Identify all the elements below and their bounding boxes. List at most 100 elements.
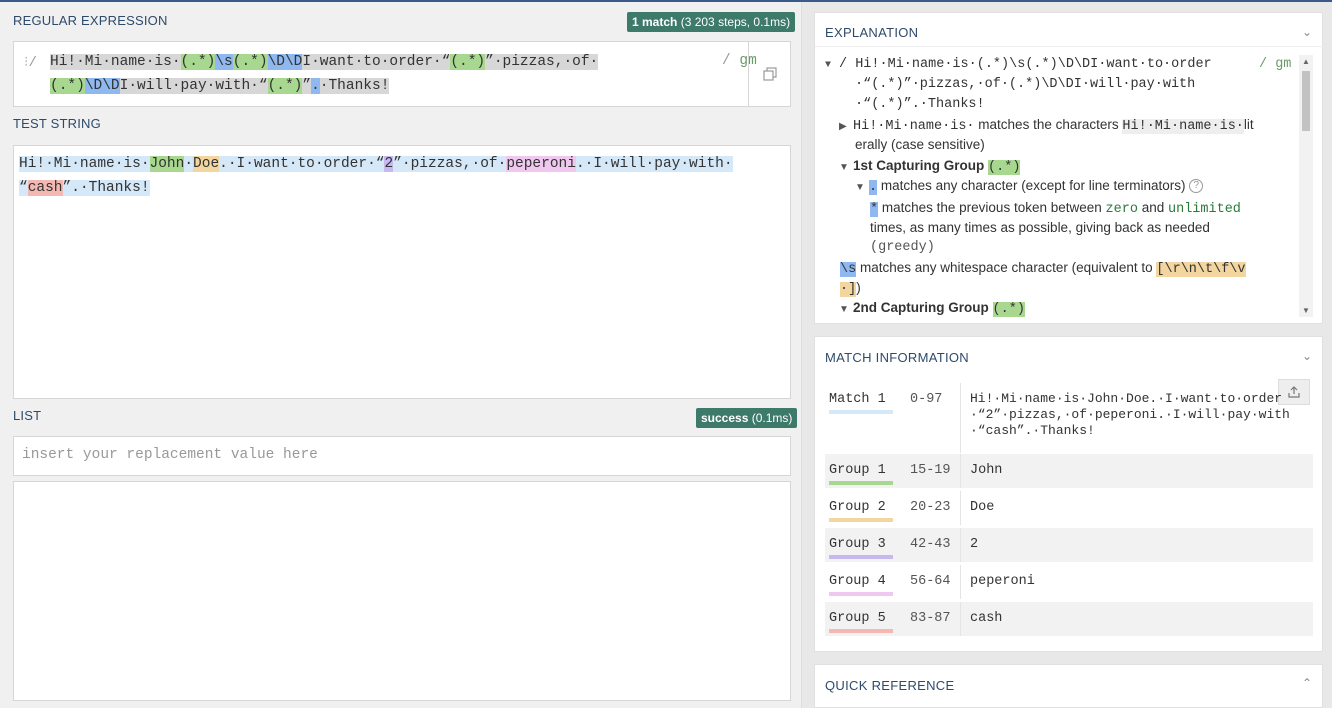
- row-range: 0-97: [910, 392, 943, 407]
- star-text-2: times, as many times as possible, giving…: [870, 220, 1210, 235]
- test-segment: peperoni: [506, 156, 576, 172]
- literal-code: Hi!·Mi·name·is·: [853, 119, 975, 134]
- help-icon[interactable]: ?: [1189, 179, 1204, 194]
- success-text: success: [701, 411, 749, 425]
- match-count-badge: 1 match (3 203 steps, 0.1ms): [627, 12, 796, 32]
- group1-title: 1st Capturing Group: [853, 158, 985, 173]
- list-label: LIST: [13, 408, 42, 423]
- chevron-down-icon[interactable]: ⌄: [1302, 25, 1312, 39]
- match-row: Match 1 0-97 Hi!·Mi·name·is·John·Doe.·I·wa…: [825, 383, 1313, 453]
- copy-icon[interactable]: [748, 42, 790, 106]
- row-range: 56-64: [910, 574, 951, 589]
- row-value: 2: [970, 537, 979, 552]
- ws-class: [\r\n\t\f\v: [1156, 262, 1246, 277]
- group1-token: (.*): [988, 160, 1021, 175]
- greedy-text: (greedy): [870, 240, 935, 255]
- test-segment: “: [19, 180, 28, 196]
- group-row: Group 2 20-23 Doe: [825, 491, 1313, 525]
- regex-input[interactable]: Hi!·Mi·name·is·(.*)\s(.*)\D\DI·want·to·o…: [50, 50, 710, 98]
- test-segment: 2: [384, 156, 394, 172]
- group2-title: 2nd Capturing Group: [853, 300, 989, 315]
- collapse-triangle-icon[interactable]: ▼: [839, 300, 853, 317]
- test-segment: John: [149, 156, 185, 172]
- scroll-down-icon[interactable]: ▼: [1302, 306, 1310, 315]
- regex-segment: I·will·pay·with·“: [119, 78, 268, 94]
- row-name: Group 1: [829, 463, 893, 485]
- success-detail: (0.1ms): [751, 411, 793, 425]
- row-range: 20-23: [910, 500, 951, 515]
- collapse-triangle-icon[interactable]: ▼: [839, 158, 853, 178]
- test-segment: .·I·want·to·order·“: [219, 156, 385, 172]
- scroll-up-icon[interactable]: ▲: [1302, 57, 1310, 66]
- quick-reference-title: QUICK REFERENCE: [825, 678, 955, 693]
- zero-keyword: zero: [1105, 202, 1138, 217]
- explanation-scrollbar[interactable]: ▲ ▼: [1299, 55, 1313, 317]
- regex-segment: ·Thanks!: [319, 78, 390, 94]
- and-text: and: [1141, 200, 1165, 215]
- divider: [960, 565, 961, 599]
- tree-root: ▼ / Hi!·Mi·name·is·(.*)\s(.*)\D\DI·want·t…: [825, 55, 1212, 76]
- explanation-tree: ▼ / Hi!·Mi·name·is·(.*)\s(.*)\D\DI·want·t…: [825, 55, 1297, 317]
- test-string-editor[interactable]: Hi!·Mi·name·is·John·Doe.·I·want·to·order…: [13, 145, 791, 399]
- test-segment: cash: [27, 180, 63, 196]
- chevron-up-icon[interactable]: ⌃: [1302, 676, 1312, 690]
- explanation-title: EXPLANATION: [825, 25, 919, 40]
- divider: [960, 383, 961, 453]
- chevron-down-icon[interactable]: ⌄: [1302, 349, 1312, 363]
- whitespace-node: \s matches any whitespace character (equ…: [840, 258, 1246, 280]
- regex-segment: \s: [215, 54, 233, 70]
- regex-segment: \D\D: [84, 78, 120, 94]
- test-segment: ”·pizzas,·of·: [393, 156, 507, 172]
- explanation-panel: EXPLANATION ⌄ ▼ / Hi!·Mi·name·is·(.*)\s(.…: [814, 12, 1324, 324]
- row-name: Group 5: [829, 611, 893, 633]
- unlimited-keyword: unlimited: [1168, 202, 1241, 217]
- whitespace-node-2: ·]): [840, 278, 861, 300]
- regex-segment: Hi!·Mi·name·is·: [50, 54, 181, 70]
- literal-code-inline: Hi!·Mi·name·is·: [1122, 119, 1244, 134]
- row-value: cash: [970, 611, 1003, 626]
- row-value: Doe: [970, 500, 995, 515]
- test-line-2: “cash”.·Thanks!: [19, 176, 789, 200]
- group1-node: ▼ 1st Capturing Group (.*): [839, 156, 1021, 178]
- expand-triangle-icon[interactable]: ▶: [839, 117, 853, 137]
- regex-segment: (.*): [50, 78, 85, 94]
- star-token: *: [870, 202, 879, 217]
- row-value: John: [970, 463, 1003, 478]
- replacement-input[interactable]: insert your replacement value here: [13, 436, 791, 476]
- quick-reference-panel: QUICK REFERENCE ⌃: [814, 664, 1323, 708]
- row-name: Group 3: [829, 537, 893, 559]
- row-range: 15-19: [910, 463, 951, 478]
- scroll-thumb[interactable]: [1302, 71, 1310, 131]
- regex-segment: I·want·to·order·“: [302, 54, 451, 70]
- test-segment: Doe: [193, 156, 220, 172]
- test-segment: ”.·Thanks!: [62, 180, 150, 196]
- group-row: Group 1 15-19 John: [825, 454, 1313, 488]
- match-count: 1 match: [632, 15, 678, 29]
- regex-segment: ”·pizzas,·of·: [485, 54, 599, 70]
- test-segment: ·: [184, 156, 194, 172]
- regex-line-1: Hi!·Mi·name·is·(.*)\s(.*)\D\DI·want·to·o…: [50, 50, 710, 74]
- test-string-label: TEST STRING: [13, 116, 101, 131]
- collapse-triangle-icon[interactable]: ▼: [855, 178, 869, 198]
- match-detail: (3 203 steps, 0.1ms): [680, 15, 791, 29]
- regex-segment: (.*): [180, 54, 216, 70]
- test-line-1: Hi!·Mi·name·is·John·Doe.·I·want·to·order…: [19, 152, 789, 176]
- regex-root-line3: ·“(.*)”.·Thanks!: [855, 97, 985, 112]
- explanation-flags: / gm: [1259, 57, 1292, 72]
- row-name: Group 4: [829, 574, 893, 596]
- match-info-panel: MATCH INFORMATION ⌄ Match 1 0-97 Hi!·Mi·na…: [814, 336, 1323, 652]
- test-segment: .·I·will·pay·with·: [575, 156, 733, 172]
- group-row: Group 4 56-64 peperoni: [825, 565, 1313, 599]
- collapse-triangle-icon[interactable]: ▼: [825, 56, 839, 76]
- regex-line-2: (.*)\D\DI·will·pay·with·“(.*)”.·Thanks!: [50, 74, 710, 98]
- group2-token: (.*): [992, 302, 1025, 317]
- regex-segment: \D\D: [267, 54, 303, 70]
- test-string-input[interactable]: Hi!·Mi·name·is·John·Doe.·I·want·to·order…: [19, 152, 789, 200]
- row-range: 42-43: [910, 537, 951, 552]
- match-info-title: MATCH INFORMATION: [825, 350, 969, 365]
- dot-node: ▼. matches any character (except for lin…: [855, 176, 1204, 198]
- dot-token: .: [869, 180, 878, 195]
- regex-delimiter: ⁝/: [24, 55, 37, 71]
- star-text: matches the previous token between: [881, 200, 1102, 215]
- regex-editor[interactable]: ⁝/ Hi!·Mi·name·is·(.*)\s(.*)\D\DI·want·t…: [13, 41, 791, 107]
